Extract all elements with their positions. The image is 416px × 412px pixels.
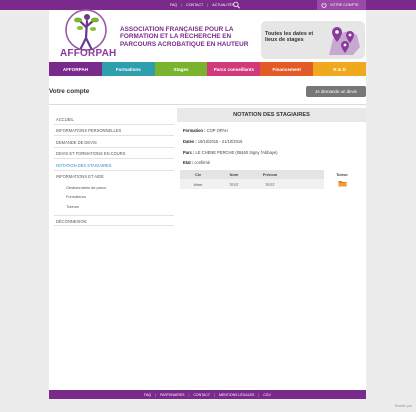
dates-label: Dates : [183,139,197,144]
formation-label: Formation : [183,128,206,133]
folder-icon[interactable] [338,180,347,187]
sidebar-subitem-formateurs[interactable]: Formateurs [54,192,174,202]
panel-heading: NOTATION DES STAGIAIRES [177,108,366,122]
parc-label: Parc : [183,150,195,155]
dates-value: 19/10/2015 - 21/10/2015 [197,139,243,144]
divider [49,104,366,105]
sidebar-item-deconnexion[interactable]: DÉCONNEXION [54,214,174,227]
separator: | [258,392,260,397]
sidebar-item-devis[interactable]: DEMANDE DE DEVIS [54,136,174,148]
sidebar-item-infos-perso[interactable]: INFORMATIONS PERSONNELLES [54,125,174,136]
page-title: Votre compte [49,88,90,95]
etat-line: Etat : confirmé [183,160,210,165]
cell-civ: Mme [180,179,216,189]
table-header-row: Civ Nom Prénom Tuteur [180,170,360,179]
formation-line: Formation : COP OPAH [183,128,228,133]
menu-parcs[interactable]: Parcs conseillants [207,62,261,76]
separator: | [155,392,157,397]
separator: | [188,392,190,397]
account-button[interactable]: VOTRE COMPTE [317,0,366,10]
parc-line: Parc : LE CHENE PERCHE (08460 Signy l'Ab… [183,150,278,155]
col-nom: Nom [216,170,252,179]
account-sidebar: ACCUEIL INFORMATIONS PERSONNELLES DEMAND… [54,113,174,227]
col-civ: Civ [180,170,216,179]
sidebar-item-notation[interactable]: NOTATION DES STAGIAIRES [54,159,174,171]
map-pin-icon [329,27,360,55]
cell-nom: TEST [216,179,252,189]
account-label: VOTRE COMPTE [330,3,359,7]
power-icon [321,2,327,8]
etat-value: confirmé [194,160,211,165]
sidebar-item-infos-aide[interactable]: INFORMATIONS ET AIDE [54,171,174,183]
formation-value: COP OPAH [206,128,228,133]
menu-rd[interactable]: R & D [313,62,366,76]
menu-formations[interactable]: Formations [101,62,155,76]
request-quote-button[interactable]: Je demande un devis [306,86,366,97]
search-icon[interactable] [232,1,241,9]
stages-promo[interactable]: Toutes les dates et lieux de stages [261,21,365,59]
trainees-table: Civ Nom Prénom Tuteur Mme TEST TEST [180,170,360,189]
etat-label: Etat : [183,160,194,165]
col-prenom: Prénom [252,170,288,179]
main-menu: AFFORPAH Formations Stages Parcs conseil… [49,62,366,76]
sidebar-subitem-gestionnaires[interactable]: Gestionnaires de parcs [54,182,174,192]
top-nav: FAQ | CONTACT | ACTUALITÉS [170,1,234,9]
cell-prenom: TEST [252,179,288,189]
menu-afforpah[interactable]: AFFORPAH [49,62,102,76]
footer-link-contact[interactable]: CONTACT [193,393,210,397]
separator: | [181,3,183,7]
parc-value: LE CHENE PERCHE (08460 Signy l'Abbaye) [195,150,278,155]
footer-link-faq[interactable]: FAQ [144,393,151,397]
col-tuteur: Tuteur [336,172,348,177]
main-panel: NOTATION DES STAGIAIRES Formation : COP … [177,108,366,189]
menu-financement[interactable]: Financement [260,62,314,76]
sidebar-item-accueil[interactable]: ACCUEIL [54,113,174,125]
credit-text[interactable]: Réalisé par [395,404,412,408]
top-link-contact[interactable]: CONTACT [186,3,203,7]
sidebar-subitem-tuteurs[interactable]: Tuteurs [54,201,174,211]
footer: FAQ | PARTENAIRES | CONTACT | MENTIONS L… [49,390,366,399]
footer-link-cgv[interactable]: CGV [263,393,271,397]
sidebar-item-formations[interactable]: DEVIS ET FORMATIONS EN COURS [54,148,174,159]
footer-link-partenaires[interactable]: PARTENAIRES [160,393,184,397]
separator: | [214,392,215,397]
top-link-faq[interactable]: FAQ [170,3,177,7]
col-spacer [288,170,324,179]
footer-link-mentions[interactable]: MENTIONS LÉGALES [219,393,254,397]
cell-tuteur [324,179,360,189]
dates-line: Dates : 19/10/2015 - 21/10/2015 [183,139,242,144]
promo-text: Toutes les dates et lieux de stages [265,31,314,44]
separator: | [207,3,209,7]
logo-text[interactable]: AFFORPAH [60,48,120,59]
cell-spacer [288,179,324,189]
table-row: Mme TEST TEST [180,179,360,189]
menu-stages[interactable]: Stages [154,62,208,76]
association-headline: ASSOCIATION FRANÇAISE POUR LA FORMATION … [120,26,249,48]
